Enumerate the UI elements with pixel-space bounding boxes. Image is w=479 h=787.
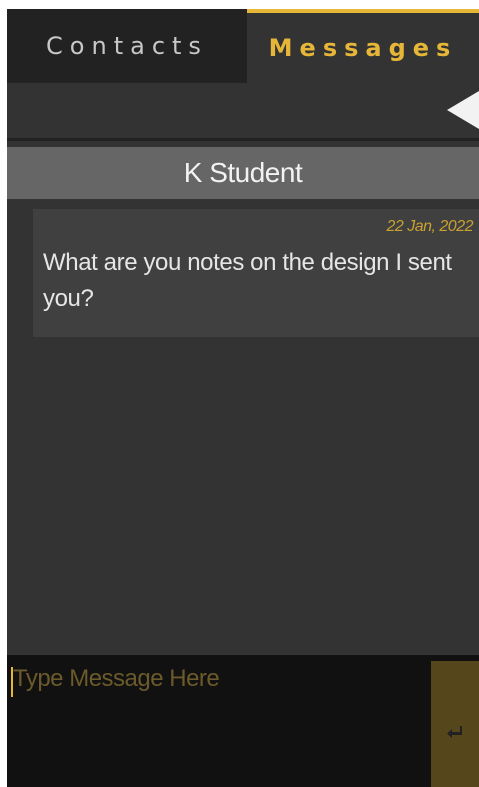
tab-messages[interactable]: Messages (247, 9, 479, 83)
message-bubble[interactable]: 22 Jan, 2022 What are you notes on the d… (33, 209, 479, 337)
contact-name: K Student (183, 157, 303, 188)
message-input[interactable] (7, 655, 431, 787)
tab-contacts[interactable]: Contacts (7, 9, 247, 83)
contact-header: K Student (7, 147, 479, 199)
tab-messages-label: Messages (268, 34, 458, 62)
message-composer (7, 655, 479, 787)
back-triangle-icon (447, 91, 479, 129)
send-button[interactable] (431, 661, 479, 787)
message-text: What are you notes on the design I sent … (43, 249, 452, 312)
messaging-app: Contacts Messages K Student 22 Jan, 2022… (7, 9, 479, 787)
message-date: 22 Jan, 2022 (386, 218, 473, 235)
tab-bar: Contacts Messages (7, 9, 479, 83)
back-button[interactable] (443, 91, 479, 129)
conversation-pane[interactable]: 22 Jan, 2022 What are you notes on the d… (7, 201, 479, 653)
tab-contacts-label: Contacts (46, 32, 208, 60)
toolbar (7, 83, 479, 141)
text-caret (11, 667, 13, 697)
enter-icon (447, 726, 462, 738)
